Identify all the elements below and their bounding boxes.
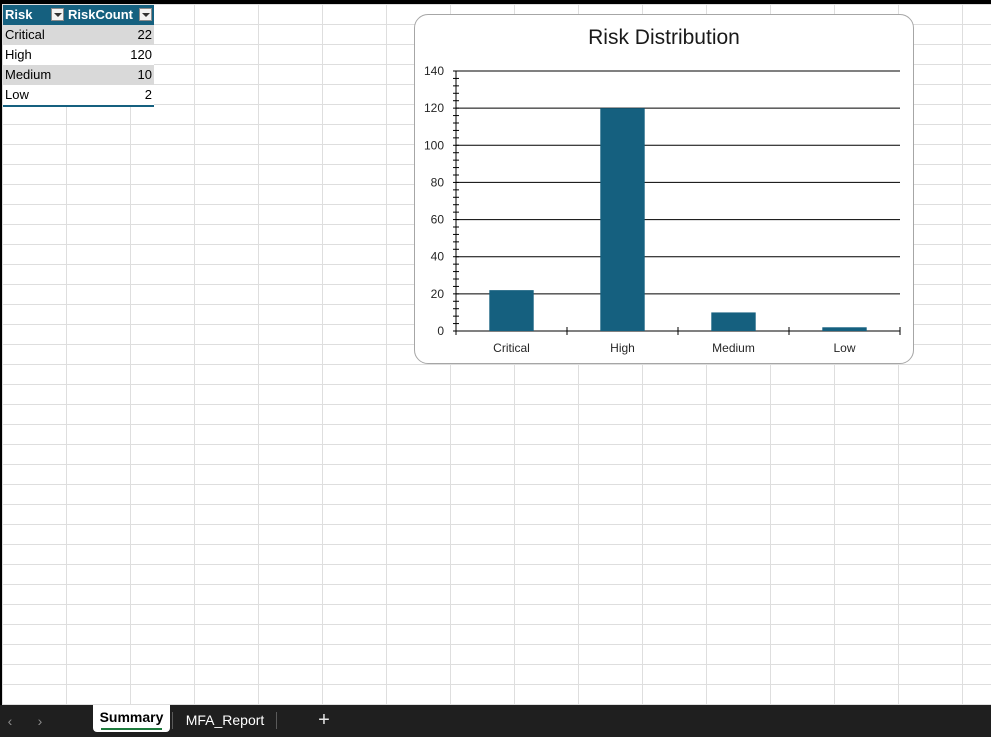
- y-tick-label: 80: [431, 175, 445, 189]
- table-header-row: Risk RiskCount: [3, 5, 154, 25]
- y-tick-label: 60: [431, 213, 445, 227]
- y-tick-label: 100: [424, 138, 444, 152]
- x-tick-label: Low: [833, 341, 855, 355]
- sheet-tab-label: MFA_Report: [185, 712, 265, 728]
- bar-critical: [489, 290, 534, 331]
- cell-count[interactable]: 2: [66, 85, 154, 107]
- tab-separator: [276, 712, 277, 729]
- sheet-tab-label: Summary: [99, 709, 164, 725]
- sheet-tab-summary[interactable]: Summary: [93, 705, 170, 732]
- cell-count[interactable]: 120: [66, 45, 154, 65]
- add-sheet-button[interactable]: +: [314, 710, 334, 730]
- cell-count[interactable]: 10: [66, 65, 154, 85]
- prev-sheet-arrow-icon[interactable]: ‹: [2, 713, 18, 729]
- x-tick-label: Critical: [493, 341, 530, 355]
- cell-risk[interactable]: High: [3, 45, 66, 65]
- bar-chart: 0 20 40 60 80 100 120 140 Critical High Medium Low: [424, 64, 901, 355]
- next-sheet-arrow-icon[interactable]: ›: [32, 713, 48, 729]
- cell-risk[interactable]: Low: [3, 85, 66, 107]
- cell-risk[interactable]: Medium: [3, 65, 66, 85]
- y-tick-label: 0: [437, 324, 444, 338]
- sheet-tab-bar: ‹ › Summary MFA_Report +: [0, 705, 991, 737]
- x-tick-label: High: [610, 341, 635, 355]
- table-row: Medium 10: [3, 65, 154, 85]
- header-label-risk: Risk: [5, 7, 33, 22]
- active-tab-indicator: [101, 728, 162, 730]
- header-cell-riskcount[interactable]: RiskCount: [66, 5, 154, 25]
- table-row: Low 2: [3, 85, 154, 107]
- cell-risk[interactable]: Critical: [3, 25, 66, 45]
- risk-table: Risk RiskCount Critical 22 High 120 Medi…: [3, 5, 154, 107]
- sheet-tab-mfa-report[interactable]: MFA_Report: [176, 705, 274, 735]
- cell-count[interactable]: 22: [66, 25, 154, 45]
- bar-low: [822, 327, 867, 331]
- y-tick-label: 20: [431, 287, 445, 301]
- y-tick-label: 140: [424, 64, 444, 78]
- y-tick-label: 120: [424, 101, 444, 115]
- tab-separator: [172, 712, 173, 729]
- header-label-riskcount: RiskCount: [68, 7, 133, 22]
- y-tick-label: 40: [431, 250, 445, 264]
- filter-dropdown-icon[interactable]: [51, 8, 64, 21]
- header-cell-risk[interactable]: Risk: [3, 5, 66, 25]
- chart-container[interactable]: Risk Distribution 0 20 40 60 80 100 120 140 Crit…: [414, 14, 914, 364]
- bar-medium: [711, 312, 756, 331]
- filter-dropdown-icon[interactable]: [139, 8, 152, 21]
- bar-high: [600, 108, 645, 332]
- table-row: High 120: [3, 45, 154, 65]
- table-row: Critical 22: [3, 25, 154, 45]
- x-tick-label: Medium: [712, 341, 755, 355]
